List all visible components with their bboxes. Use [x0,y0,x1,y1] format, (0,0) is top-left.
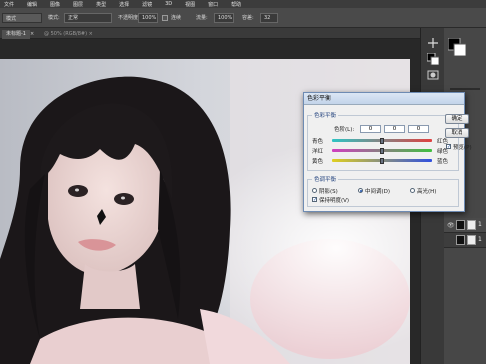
menu-edit[interactable]: 编辑 [27,1,37,8]
flow-label: 流量: [196,15,208,21]
radio-highlights[interactable] [410,188,415,193]
slider-blue-label: 蓝色 [437,159,449,165]
layer-mask-thumbnail [467,235,476,245]
contiguous-checkbox[interactable] [162,15,168,21]
level-input-yellow-blue[interactable]: 0 [408,125,429,133]
layer-row[interactable]: 1 [444,233,486,248]
menu-type[interactable]: 类型 [96,1,106,8]
level-input-magenta-green[interactable]: 0 [384,125,405,133]
tab-close-icon[interactable]: × [30,30,34,39]
preserve-luminosity-checkbox[interactable]: ✓ [312,197,317,203]
opacity-label: 不透明度: [118,15,140,21]
radio-midtones[interactable] [358,188,363,193]
panel-divider [450,88,480,90]
layer-name: 1 [478,236,482,243]
preview-checkbox[interactable]: ✓ [446,144,451,150]
slider-thumb-magenta-green[interactable] [380,148,384,154]
menu-window[interactable]: 窗口 [208,1,218,8]
layer-name: 1 [478,221,482,228]
slider-thumb-yellow-blue[interactable] [380,158,384,164]
radio-midtones-label: 中间调(D) [365,189,391,195]
menu-bar: 文件 编辑 图像 图层 类型 选择 滤镜 3D 视图 窗口 帮助 [0,0,486,8]
layer-row[interactable]: 👁 1 [444,218,486,233]
ok-button[interactable]: 确定 [445,114,469,124]
mode-select[interactable]: 正常 [64,13,112,23]
tool-preset-picker[interactable]: 模式 [2,13,42,23]
move-tool-icon[interactable] [427,34,439,48]
document-tab[interactable]: 未标题-1 [2,30,30,39]
radio-shadows[interactable] [312,188,317,193]
menu-help[interactable]: 帮助 [231,1,241,8]
color-swatch-icon[interactable] [426,50,440,66]
layer-thumbnail [456,235,465,245]
level-input-cyan-red[interactable]: 0 [360,125,381,133]
menu-3d[interactable]: 3D [165,1,172,7]
color-balance-group-title: 色彩平衡 [312,111,339,119]
radio-shadows-label: 阴影(S) [319,189,338,195]
document-tab-secondary[interactable]: @ 50% (RGB/8#) × [44,30,93,39]
menu-image[interactable]: 图像 [50,1,60,8]
contiguous-label: 连续 [171,15,182,21]
cancel-button[interactable]: 取消 [445,128,469,138]
menu-view[interactable]: 视图 [185,1,195,8]
tone-balance-group-title: 色调平衡 [312,175,339,183]
options-bar: 模式 模式: 正常 不透明度: 100% 连续 流量: 100% 容差: 32 [0,8,486,28]
layer-mask-thumbnail [467,220,476,230]
slider-yellow-label: 黄色 [312,159,324,165]
color-picker-icon[interactable] [447,37,467,57]
document-tab-bar: 未标题-1 × @ 50% (RGB/8#) × [0,28,420,39]
tolerance-label: 容差: [242,15,254,21]
radio-highlights-label: 高光(H) [417,189,437,195]
tolerance-field[interactable]: 32 [260,13,278,23]
mode-label: 模式: [48,15,60,21]
preserve-luminosity-label: 保持明度(V) [319,198,350,204]
eye-icon[interactable]: 👁 [447,222,455,229]
menu-layer[interactable]: 图层 [73,1,83,8]
layer-thumbnail [456,220,465,230]
slider-magenta-label: 洋红 [312,149,324,155]
slider-thumb-cyan-red[interactable] [380,138,384,144]
quick-mask-icon[interactable] [427,66,439,80]
dialog-title[interactable]: 色彩平衡 [304,93,464,105]
menu-filter[interactable]: 滤镜 [142,1,152,8]
opacity-field[interactable]: 100% [138,13,158,23]
menu-file[interactable]: 文件 [4,1,14,8]
flow-field[interactable]: 100% [214,13,234,23]
slider-cyan-label: 青色 [312,139,324,145]
levels-label: 色阶(L): [334,127,355,133]
preview-label: 预览(P) [453,145,472,151]
menu-select[interactable]: 选择 [119,1,129,8]
